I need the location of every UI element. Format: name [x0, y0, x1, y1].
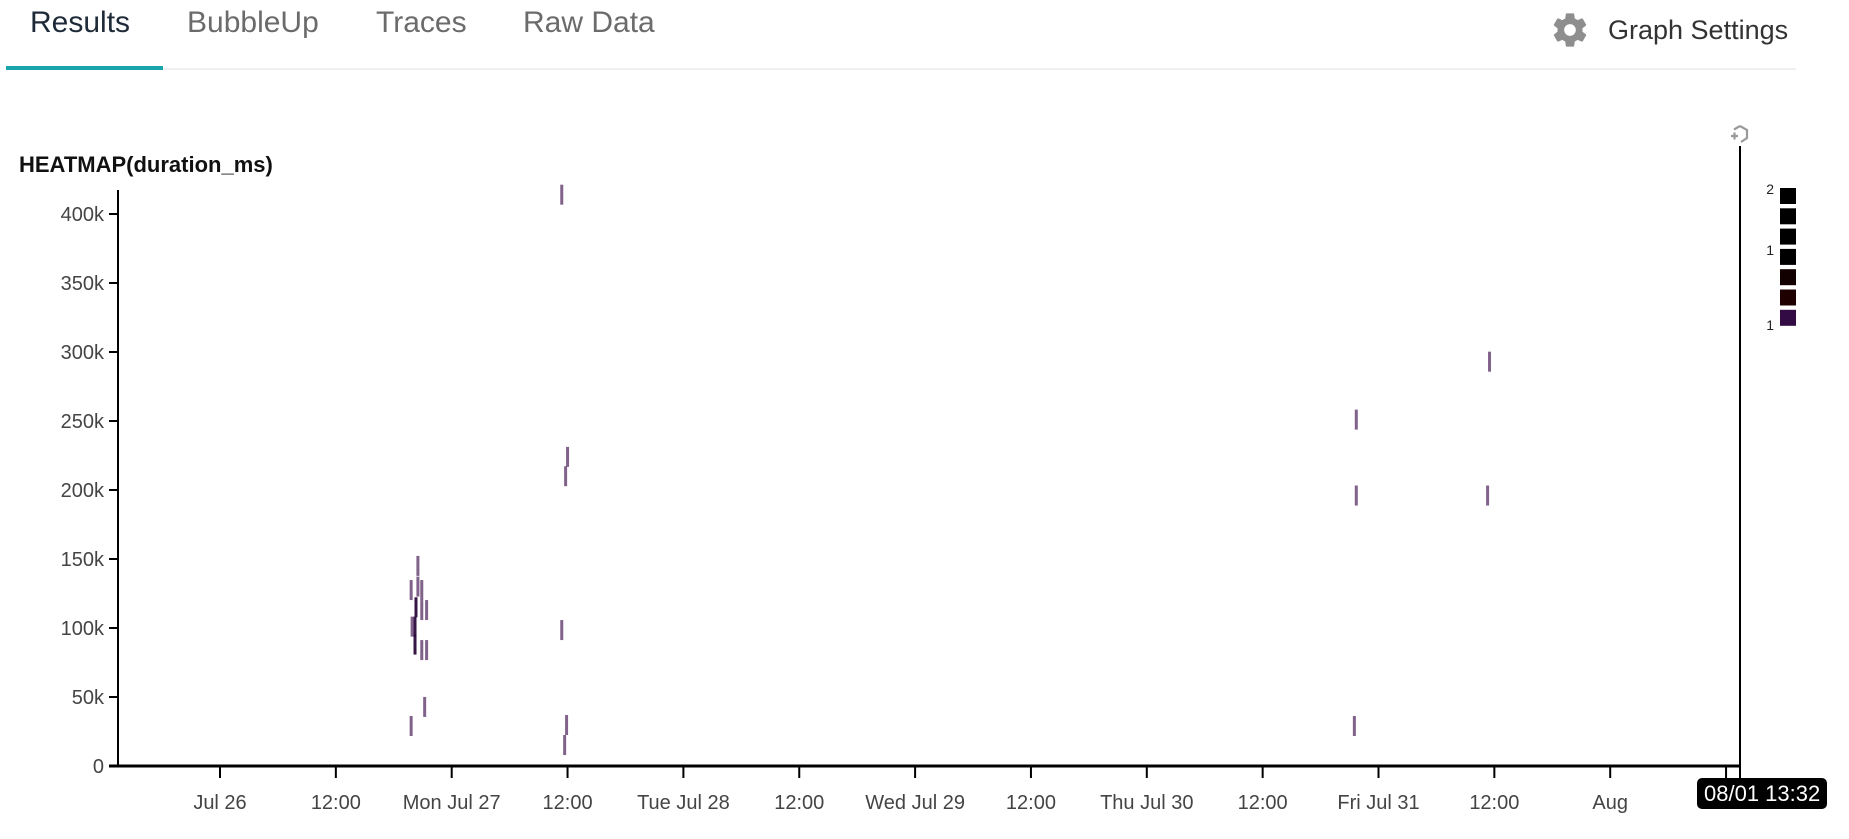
- heatmap-cell: [420, 580, 424, 601]
- time-range-end-label: 08/01 13:32: [1697, 778, 1828, 809]
- heatmap-cell: [1354, 409, 1358, 430]
- heatmap-cell: [560, 184, 564, 205]
- y-tick-label: 400k: [61, 204, 105, 226]
- heatmap-cell: [565, 715, 569, 736]
- y-tick-label: 250k: [61, 411, 105, 433]
- heatmap-cells: [409, 184, 1492, 756]
- x-axis: Jul 26 12:00 Mon Jul 27 12:00 Tue Jul 28 12:0…: [109, 146, 1741, 814]
- heatmap-cell: [1352, 715, 1356, 736]
- heatmap-cell: [425, 640, 429, 661]
- x-tick-label: Tue Jul 28: [637, 792, 730, 814]
- x-tick-label: 12:00: [311, 792, 361, 814]
- y-tick-label: 100k: [61, 618, 105, 640]
- y-axis: 0 50k 100k 150k 200k 250k 300k 350k 400k: [61, 190, 119, 778]
- x-tick-label: Mon Jul 27: [403, 792, 501, 814]
- x-tick-label: Fri Jul 31: [1337, 792, 1419, 814]
- x-tick-label: 12:00: [774, 792, 824, 814]
- legend-label: 1: [1766, 242, 1774, 258]
- heatmap-cell: [1486, 485, 1490, 506]
- x-tick-label: Aug: [1592, 792, 1628, 814]
- x-tick-label: Jul 26: [193, 792, 246, 814]
- heatmap-cell: [416, 576, 420, 597]
- heatmap-cell: [409, 580, 413, 601]
- y-tick-label: 150k: [61, 549, 105, 571]
- heatmap-cell: [413, 616, 417, 637]
- x-tick-label: 12:00: [1469, 792, 1519, 814]
- y-tick-label: 50k: [72, 687, 105, 709]
- heatmap-cell: [420, 640, 424, 661]
- heatmap-chart: 0 50k 100k 150k 200k 250k 300k 350k 400k Jul 26 1…: [61, 146, 1796, 814]
- heatmap-cell: [409, 715, 413, 736]
- heatmap-cell: [563, 735, 567, 756]
- heatmap-cell: [413, 634, 417, 655]
- legend-swatch: [1780, 188, 1796, 204]
- x-tick-label: Thu Jul 30: [1100, 792, 1193, 814]
- heatmap-cell: [423, 696, 427, 717]
- legend-swatch: [1780, 309, 1796, 326]
- legend-swatch: [1780, 269, 1796, 286]
- legend-label: 2: [1766, 181, 1774, 197]
- legend-swatch: [1780, 208, 1796, 225]
- heatmap-legend: 2 1 1: [1766, 181, 1796, 333]
- heatmap-cell: [1354, 485, 1358, 506]
- legend-swatch: [1780, 248, 1796, 265]
- heatmap-cell: [560, 620, 564, 641]
- legend-swatch: [1780, 289, 1796, 306]
- y-tick-label: 200k: [61, 480, 105, 502]
- heatmap-cell: [425, 600, 429, 621]
- x-tick-label: 12:00: [543, 792, 593, 814]
- y-tick-label: 0: [93, 756, 104, 778]
- heatmap-cell: [420, 600, 424, 621]
- heatmap-cell: [410, 616, 414, 637]
- y-tick-label: 300k: [61, 342, 105, 364]
- heatmap-cell: [564, 466, 568, 487]
- x-tick-label: Wed Jul 29: [865, 792, 965, 814]
- reset-zoom-icon[interactable]: [1729, 124, 1751, 146]
- legend-label: 1: [1766, 317, 1774, 333]
- heatmap-cell: [566, 446, 570, 467]
- heatmap-cell: [414, 597, 418, 618]
- heatmap-cell: [1488, 351, 1492, 372]
- heatmap-cell: [416, 555, 420, 576]
- x-tick-label: 12:00: [1006, 792, 1056, 814]
- y-tick-label: 350k: [61, 273, 105, 295]
- legend-swatch: [1780, 228, 1796, 245]
- x-tick-label: 12:00: [1238, 792, 1288, 814]
